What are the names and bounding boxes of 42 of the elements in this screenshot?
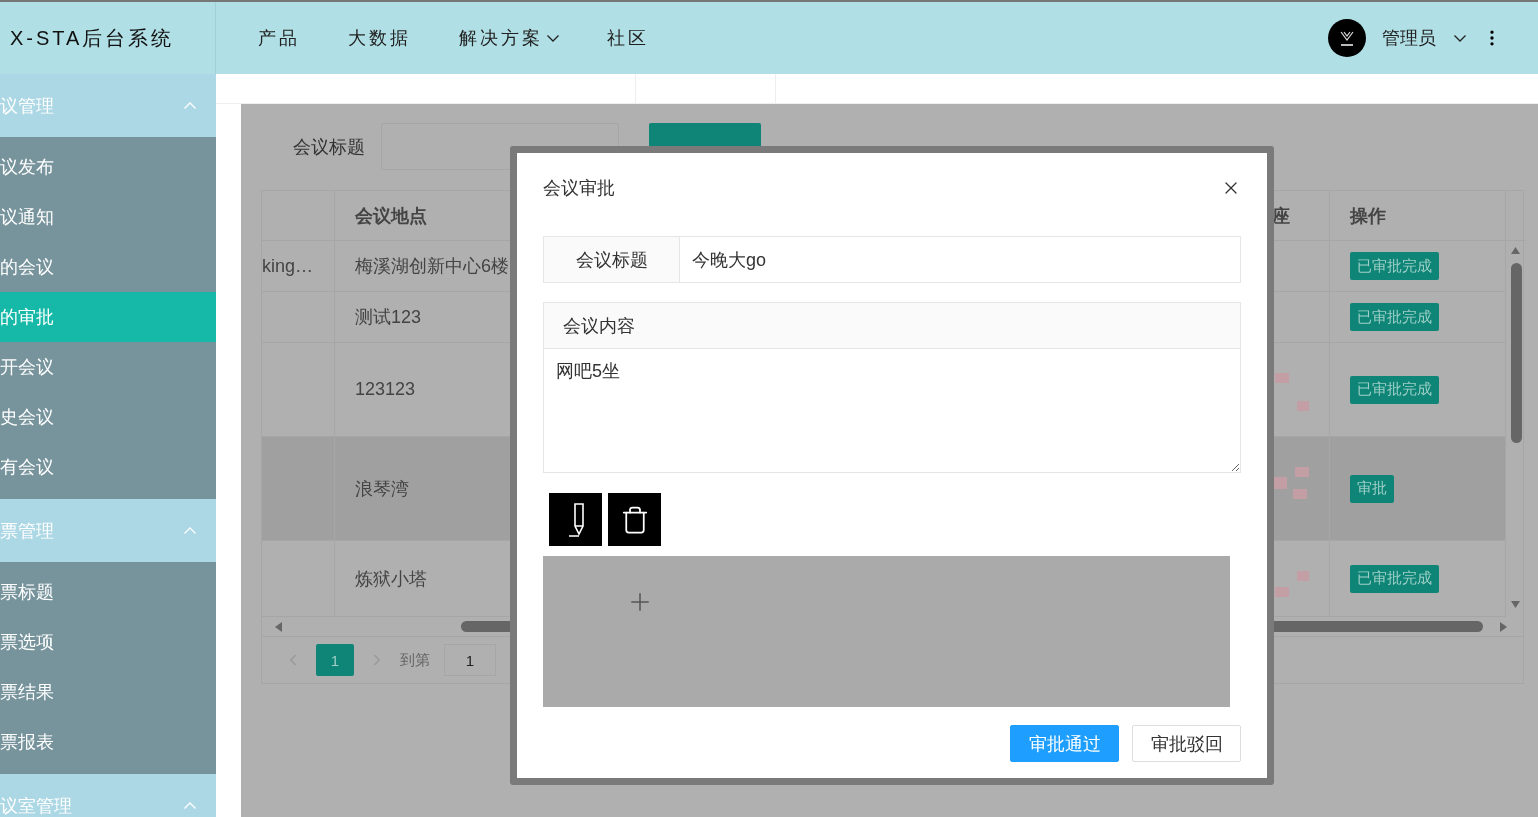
field-label: 会议内容 xyxy=(543,302,1241,349)
filter-label: 会议标题 xyxy=(292,135,366,159)
goto-label: 到第 xyxy=(400,650,430,670)
sidebar-item[interactable]: 开会议 xyxy=(0,342,216,392)
action-button[interactable]: 已审批完成 xyxy=(1350,252,1439,280)
app-title: X-STA后台系统 xyxy=(10,25,175,51)
avatar-icon xyxy=(1328,19,1366,57)
sidebar-item[interactable]: 议通知 xyxy=(0,192,216,242)
page-button[interactable]: 1 xyxy=(316,644,354,676)
action-button[interactable]: 审批 xyxy=(1350,474,1394,503)
delete-button[interactable] xyxy=(608,493,661,546)
sidebar-item[interactable]: 票选项 xyxy=(0,617,216,667)
chevron-up-icon xyxy=(184,102,196,109)
sidebar-item[interactable]: 史会议 xyxy=(0,392,216,442)
sidebar-item[interactable]: 的审批 xyxy=(0,292,216,342)
nav-link[interactable]: 大数据 xyxy=(348,26,411,50)
page-input[interactable]: 1 xyxy=(444,644,496,676)
nav-link[interactable]: 产品 xyxy=(258,26,300,50)
chevron-up-icon xyxy=(184,527,196,534)
chevron-up-icon xyxy=(184,802,196,809)
chevron-down-icon xyxy=(547,34,559,42)
nav-link[interactable]: 社区 xyxy=(607,26,649,50)
dialog-button[interactable]: 审批通过 xyxy=(1010,725,1119,762)
table-cell: king… xyxy=(262,241,335,292)
field-value: 今晚大go xyxy=(691,248,767,272)
pen-button[interactable] xyxy=(549,493,602,546)
field-label: 会议标题 xyxy=(544,237,680,282)
sidebar-item[interactable]: 票结果 xyxy=(0,667,216,717)
pen-icon xyxy=(567,502,584,537)
action-button[interactable]: 已审批完成 xyxy=(1350,564,1439,593)
content-textarea[interactable]: 网吧5坐 xyxy=(543,349,1241,473)
nav-link[interactable]: 解决方案 xyxy=(459,26,559,50)
user-menu[interactable]: 管理员 xyxy=(1382,26,1466,50)
sidebar-item[interactable]: 有会议 xyxy=(0,442,216,492)
sidebar-item[interactable]: 票标题 xyxy=(0,567,216,617)
action-button[interactable]: 已审批完成 xyxy=(1350,303,1439,331)
dialog-button[interactable]: 审批驳回 xyxy=(1132,725,1241,762)
sidebar-item[interactable]: 议发布 xyxy=(0,142,216,192)
sidebar-item[interactable]: 的会议 xyxy=(0,242,216,292)
sidebar-item[interactable]: 票报表 xyxy=(0,717,216,767)
chevron-down-icon xyxy=(1454,34,1466,42)
action-button[interactable]: 已审批完成 xyxy=(1350,375,1439,404)
